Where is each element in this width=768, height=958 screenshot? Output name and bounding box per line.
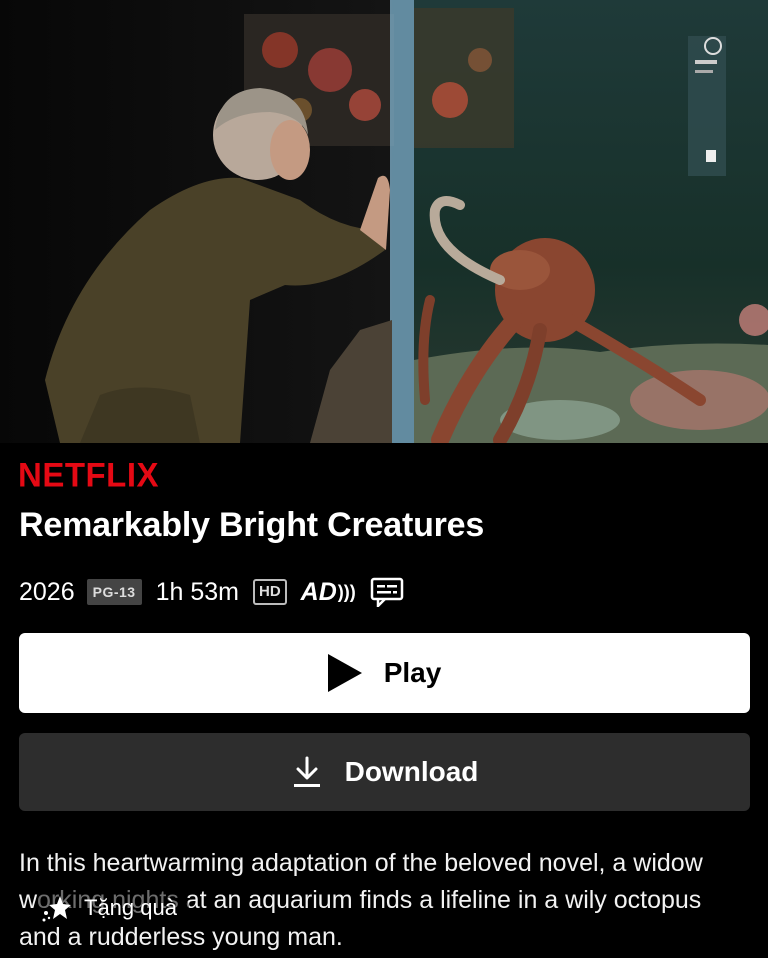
subtitles-icon [370,577,404,607]
gift-button[interactable]: Tặng quà [34,890,189,926]
hd-badge: HD [252,579,287,605]
metadata-row: 2026 PG-13 1h 53m HD AD))) [19,574,404,610]
play-icon [327,654,362,692]
runtime: 1h 53m [155,577,239,606]
sparkle-icon [40,893,74,923]
maturity-rating-badge: PG-13 [86,579,142,605]
gift-label: Tặng quà [84,895,177,920]
netflix-logo: NETFLIX [18,455,159,494]
download-button[interactable]: Download [19,733,750,811]
release-year: 2026 [19,577,75,606]
audio-waves-icon: ))) [337,581,356,602]
play-button[interactable]: Play [19,633,750,713]
audio-description-label: AD [300,577,337,606]
hero-scene [0,0,768,443]
hero-image [0,0,768,443]
download-button-label: Download [344,756,479,787]
audio-description-badge: AD))) [301,578,356,607]
download-icon [291,755,323,789]
play-button-label: Play [383,657,442,688]
title: Remarkably Bright Creatures [19,506,485,544]
